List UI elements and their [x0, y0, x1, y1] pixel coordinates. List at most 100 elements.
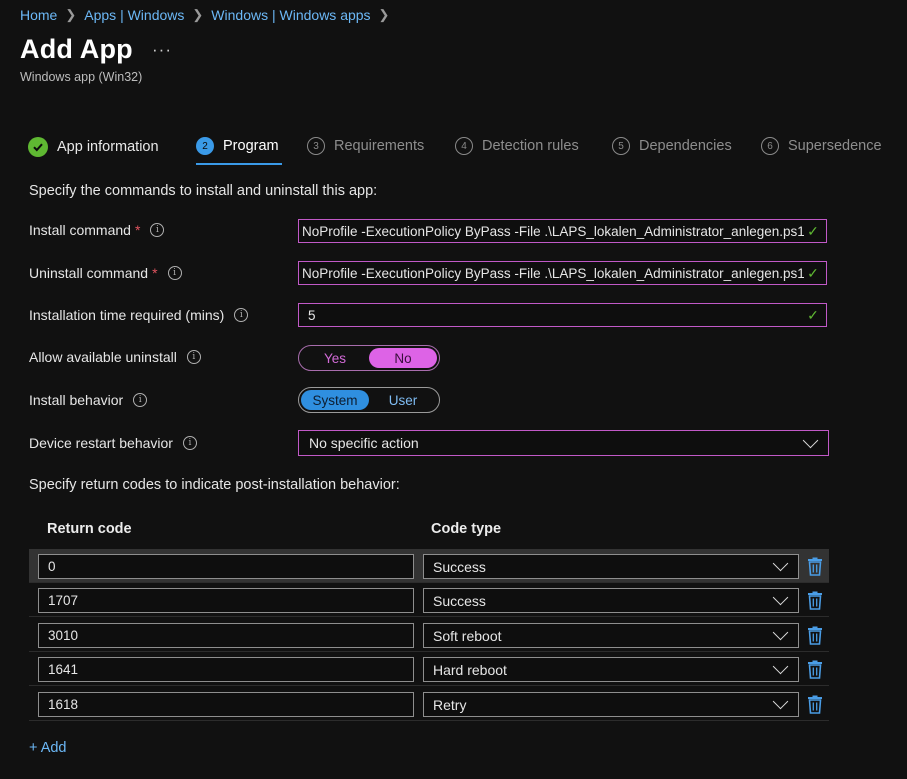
toggle-option-no[interactable]: No [369, 348, 437, 368]
chevron-right-icon: ❯ [192, 7, 204, 22]
chevron-right-icon: ❯ [378, 7, 390, 22]
tab-supersedence[interactable]: 6 Supersedence [761, 137, 882, 155]
return-code-input[interactable]: 0 [38, 554, 414, 579]
table-row: 3010 Soft reboot [29, 618, 829, 652]
active-tab-indicator [196, 163, 282, 165]
check-icon: ✓ [807, 264, 819, 281]
device-restart-value: No specific action [309, 435, 419, 451]
required-marker: * [134, 222, 141, 238]
install-behavior-toggle[interactable]: System User [298, 387, 440, 413]
installation-time-value[interactable]: 5 [299, 308, 804, 323]
delete-icon[interactable] [806, 557, 824, 576]
code-type-value: Soft reboot [433, 627, 502, 644]
code-type-value: Retry [433, 696, 467, 713]
step-number-icon: 6 [761, 137, 779, 155]
return-code-input[interactable]: 3010 [38, 623, 414, 648]
uninstall-command-field[interactable]: NoProfile -ExecutionPolicy ByPass -File … [298, 261, 827, 285]
return-codes-title: Specify return codes to indicate post-in… [29, 477, 400, 493]
tab-requirements[interactable]: 3 Requirements [307, 137, 424, 155]
step-label: Detection rules [482, 138, 579, 154]
step-label: App information [57, 139, 159, 155]
chevron-down-icon [772, 555, 789, 572]
label-text: Install command [29, 222, 131, 238]
step-number-icon: 5 [612, 137, 630, 155]
chevron-down-icon [772, 658, 789, 675]
uninstall-command-label: Uninstall command * i [29, 265, 182, 281]
code-type-select[interactable]: Success [423, 554, 799, 579]
step-number-icon: 3 [307, 137, 325, 155]
code-type-value: Hard reboot [433, 661, 507, 678]
step-label: Program [223, 138, 279, 154]
info-icon[interactable]: i [186, 350, 201, 364]
wizard-steps: App information 2 Program 3 Requirements… [28, 137, 898, 159]
table-row: 1618 Retry [29, 687, 829, 721]
tab-app-information[interactable]: App information [28, 137, 159, 157]
code-type-select[interactable]: Soft reboot [423, 623, 799, 648]
installation-time-label: Installation time required (mins) i [29, 307, 249, 323]
delete-icon[interactable] [806, 626, 824, 645]
more-options-button[interactable]: ··· [152, 40, 172, 60]
return-code-input[interactable]: 1618 [38, 692, 414, 717]
table-row: 1707 Success [29, 583, 829, 617]
device-restart-label: Device restart behavior i [29, 435, 197, 451]
label-text: Install behavior [29, 392, 124, 408]
tab-program[interactable]: 2 Program [196, 137, 279, 155]
install-behavior-label: Install behavior i [29, 392, 148, 408]
breadcrumb-home[interactable]: Home [20, 7, 57, 23]
tab-detection-rules[interactable]: 4 Detection rules [455, 137, 579, 155]
info-icon[interactable]: i [234, 308, 249, 322]
code-type-select[interactable]: Retry [423, 692, 799, 717]
check-icon: ✓ [807, 306, 819, 323]
label-text: Device restart behavior [29, 435, 173, 451]
return-code-input[interactable]: 1641 [38, 657, 414, 682]
allow-uninstall-label: Allow available uninstall i [29, 349, 201, 365]
commands-section-title: Specify the commands to install and unin… [29, 183, 378, 199]
label-text: Uninstall command [29, 265, 149, 281]
chevron-down-icon [802, 432, 819, 448]
required-marker: * [152, 265, 158, 281]
chevron-down-icon [772, 693, 789, 710]
code-type-select[interactable]: Hard reboot [423, 657, 799, 682]
column-header-code-type: Code type [431, 521, 502, 537]
code-type-value: Success [433, 558, 486, 575]
breadcrumb: Home ❯ Apps | Windows ❯ Windows | Window… [20, 7, 397, 23]
label-text: Allow available uninstall [29, 349, 177, 365]
delete-icon[interactable] [806, 591, 824, 610]
toggle-option-user[interactable]: User [369, 390, 437, 410]
chevron-down-icon [772, 589, 789, 606]
add-return-code-link[interactable]: + Add [29, 740, 67, 756]
uninstall-command-value[interactable]: NoProfile -ExecutionPolicy ByPass -File … [299, 266, 804, 281]
page-title: Add App [20, 34, 133, 64]
info-icon[interactable]: i [167, 266, 182, 280]
device-restart-select[interactable]: No specific action [298, 430, 829, 456]
page-subtitle: Windows app (Win32) [20, 70, 143, 84]
check-circle-icon [28, 137, 48, 157]
info-icon[interactable]: i [182, 436, 197, 450]
step-number-icon: 4 [455, 137, 473, 155]
info-icon[interactable]: i [150, 223, 165, 237]
delete-icon[interactable] [806, 695, 824, 714]
toggle-option-yes[interactable]: Yes [301, 348, 369, 368]
info-icon[interactable]: i [133, 393, 148, 407]
install-command-field[interactable]: NoProfile -ExecutionPolicy ByPass -File … [298, 219, 827, 243]
step-label: Dependencies [639, 138, 732, 154]
breadcrumb-apps-windows[interactable]: Apps | Windows [84, 7, 184, 23]
install-command-label: Install command * i [29, 222, 165, 238]
check-icon: ✓ [807, 222, 819, 239]
allow-uninstall-toggle[interactable]: Yes No [298, 345, 440, 371]
code-type-value: Success [433, 592, 486, 609]
table-row: 1641 Hard reboot [29, 652, 829, 686]
code-type-select[interactable]: Success [423, 588, 799, 613]
install-command-value[interactable]: NoProfile -ExecutionPolicy ByPass -File … [299, 224, 804, 239]
return-code-input[interactable]: 1707 [38, 588, 414, 613]
column-header-return-code: Return code [47, 521, 132, 537]
installation-time-field[interactable]: 5 ✓ [298, 303, 827, 327]
chevron-right-icon: ❯ [65, 7, 77, 22]
step-number-icon: 2 [196, 137, 214, 155]
label-text: Installation time required (mins) [29, 307, 225, 323]
step-label: Supersedence [788, 138, 882, 154]
toggle-option-system[interactable]: System [301, 390, 369, 410]
breadcrumb-windows-apps[interactable]: Windows | Windows apps [211, 7, 370, 23]
tab-dependencies[interactable]: 5 Dependencies [612, 137, 732, 155]
delete-icon[interactable] [806, 660, 824, 679]
